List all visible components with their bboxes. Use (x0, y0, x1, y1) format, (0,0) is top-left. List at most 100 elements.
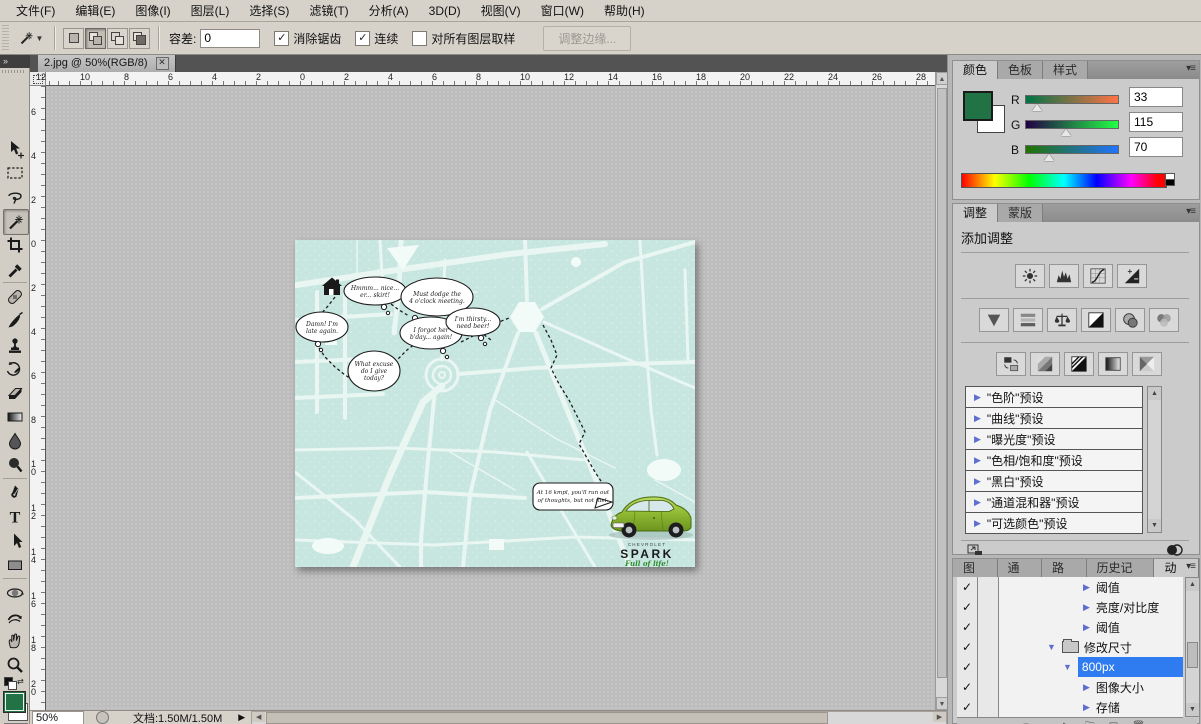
tab-history[interactable]: 历史记录 (1087, 559, 1155, 577)
contiguous-checkbox-group[interactable]: ✓ 连续 (355, 30, 398, 47)
crop-tool[interactable] (3, 233, 27, 257)
action-item[interactable]: ▶亮度/对比度 (999, 597, 1183, 617)
tab-masks[interactable]: 蒙版 (998, 204, 1043, 222)
document-tab[interactable]: 2.jpg @ 50%(RGB/8) ✕ (38, 55, 176, 72)
menu-window[interactable]: 窗口(W) (531, 0, 594, 21)
zoom-level-field[interactable]: 50% (32, 711, 84, 724)
channel-mixer-adjustment-button[interactable] (1149, 308, 1179, 332)
toolbox-grip[interactable] (2, 70, 26, 73)
3d-orbit-tool[interactable] (3, 605, 27, 629)
type-tool[interactable]: T (3, 505, 27, 529)
action-item[interactable]: ▶阈值 (999, 577, 1183, 597)
document-image[interactable]: Damn! I'm late again. Hmmm... nice... er… (295, 240, 695, 567)
tolerance-input[interactable] (200, 29, 260, 48)
magic-wand-tool-preset-button[interactable]: ▼ (13, 25, 47, 51)
menu-view[interactable]: 视图(V) (471, 0, 531, 21)
hue-saturation-adjustment-button[interactable] (1013, 308, 1043, 332)
posterize-adjustment-button[interactable] (1030, 352, 1060, 376)
magic-wand-tool[interactable] (3, 209, 29, 235)
action-item-selected[interactable]: ▼ 800px (999, 657, 1183, 677)
pen-tool[interactable] (3, 481, 27, 505)
preset-black-white[interactable]: ▶"黑白"预设 (966, 471, 1142, 492)
expand-icon[interactable]: ▶ (1083, 682, 1090, 693)
action-item[interactable]: ▶存储 (999, 697, 1183, 717)
menu-3d[interactable]: 3D(D) (419, 2, 471, 20)
action-dialog-toggle[interactable] (978, 657, 999, 677)
hand-tool[interactable] (3, 629, 27, 653)
channel-r-value[interactable] (1129, 87, 1183, 107)
threshold-adjustment-button[interactable] (1064, 352, 1094, 376)
rectangular-marquee-tool[interactable] (3, 161, 27, 185)
contiguous-checkbox[interactable]: ✓ (355, 31, 370, 46)
move-tool[interactable] (3, 137, 27, 161)
levels-adjustment-button[interactable] (1049, 264, 1079, 288)
panel-expand-button[interactable] (967, 544, 983, 559)
channel-b-slider[interactable] (1025, 145, 1119, 154)
panel-menu-icon[interactable]: ▾≡ (1186, 63, 1195, 74)
blur-tool[interactable] (3, 429, 27, 453)
canvas-horizontal-scrollbar[interactable]: ◀ ▶ (251, 711, 947, 724)
collapse-icon[interactable]: ▼ (1063, 662, 1072, 672)
action-enabled-checkbox[interactable]: ✓ (957, 617, 978, 637)
photo-filter-adjustment-button[interactable] (1115, 308, 1145, 332)
action-enabled-checkbox[interactable]: ✓ (957, 637, 978, 657)
canvas-vertical-scrollbar[interactable]: ▲ ▼ (935, 72, 947, 710)
shape-tool[interactable] (3, 553, 27, 577)
scrollbar-thumb[interactable] (1187, 642, 1198, 668)
clone-stamp-tool[interactable] (3, 333, 27, 357)
preset-selective-color[interactable]: ▶"可选颜色"预设 (966, 513, 1142, 533)
anti-alias-checkbox-group[interactable]: ✓ 消除锯齿 (274, 30, 341, 47)
vertical-ruler[interactable]: 6420246810121416182022 (30, 86, 46, 710)
horizontal-ruler[interactable]: 12108642024681012141618202224262830 (46, 72, 935, 86)
expand-icon[interactable]: ▶ (974, 497, 981, 508)
tab-paths[interactable]: 路径 (1042, 559, 1087, 577)
scroll-right-icon[interactable]: ▶ (933, 712, 946, 722)
action-row-threshold-2[interactable]: ✓ ▶阈值 (957, 617, 1183, 638)
gradient-map-adjustment-button[interactable] (1098, 352, 1128, 376)
options-bar-grip[interactable] (2, 25, 9, 51)
menu-analysis[interactable]: 分析(A) (359, 0, 419, 21)
expand-icon[interactable]: ▶ (974, 518, 981, 529)
action-row-800px-selected[interactable]: ✓ ▼800px (957, 657, 1183, 678)
channel-r-slider[interactable] (1025, 95, 1119, 104)
selected-action-highlight[interactable]: 800px (1078, 657, 1183, 677)
new-selection-button[interactable] (63, 28, 84, 49)
dodge-tool[interactable] (3, 453, 27, 477)
channel-b-slider-thumb[interactable] (1044, 154, 1054, 161)
preset-hue-saturation[interactable]: ▶"色相/饱和度"预设 (966, 450, 1142, 471)
presets-scrollbar[interactable]: ▲ ▼ (1147, 386, 1162, 533)
action-row-image-size[interactable]: ✓ ▶图像大小 (957, 677, 1183, 698)
channel-g-slider[interactable] (1025, 120, 1119, 129)
horizontal-scrollbar-thumb[interactable] (266, 712, 828, 724)
preset-exposure[interactable]: ▶"曝光度"预设 (966, 429, 1142, 450)
action-row-save[interactable]: ✓ ▶存储 (957, 697, 1183, 718)
zoom-tool[interactable] (3, 653, 27, 677)
spectrum-black-swatch[interactable] (1165, 179, 1175, 186)
panel-menu-icon[interactable]: ▾≡ (1186, 561, 1195, 572)
action-enabled-checkbox[interactable]: ✓ (957, 697, 978, 717)
expand-icon[interactable]: ▶ (1083, 702, 1090, 713)
channel-r-slider-thumb[interactable] (1032, 104, 1042, 111)
action-dialog-toggle[interactable] (978, 637, 999, 657)
tab-layers[interactable]: 图层 (953, 559, 998, 577)
menu-help[interactable]: 帮助(H) (594, 0, 655, 21)
menu-edit[interactable]: 编辑(E) (65, 0, 125, 21)
path-selection-tool[interactable] (3, 529, 27, 553)
sample-all-layers-checkbox-group[interactable]: 对所有图层取样 (412, 30, 515, 47)
anti-alias-checkbox[interactable]: ✓ (274, 31, 289, 46)
scroll-down-icon[interactable]: ▼ (1148, 519, 1161, 532)
curves-adjustment-button[interactable] (1083, 264, 1113, 288)
action-enabled-checkbox[interactable]: ✓ (957, 577, 978, 597)
preset-channel-mixer[interactable]: ▶"通道混和器"预设 (966, 492, 1142, 513)
channel-g-slider-thumb[interactable] (1061, 129, 1071, 136)
vertical-scrollbar-thumb[interactable] (937, 88, 947, 678)
tab-styles[interactable]: 样式 (1043, 61, 1088, 79)
expand-icon[interactable]: ▶ (974, 392, 981, 403)
lasso-tool[interactable] (3, 185, 27, 209)
action-set-row-resize[interactable]: ✓ ▼修改尺寸 (957, 637, 1183, 658)
action-dialog-toggle[interactable] (978, 697, 999, 717)
expand-icon[interactable]: ▶ (1083, 582, 1090, 593)
scroll-up-icon[interactable]: ▲ (1186, 578, 1199, 591)
action-set-item[interactable]: ▼修改尺寸 (999, 637, 1183, 657)
exposure-adjustment-button[interactable]: +− (1117, 264, 1147, 288)
